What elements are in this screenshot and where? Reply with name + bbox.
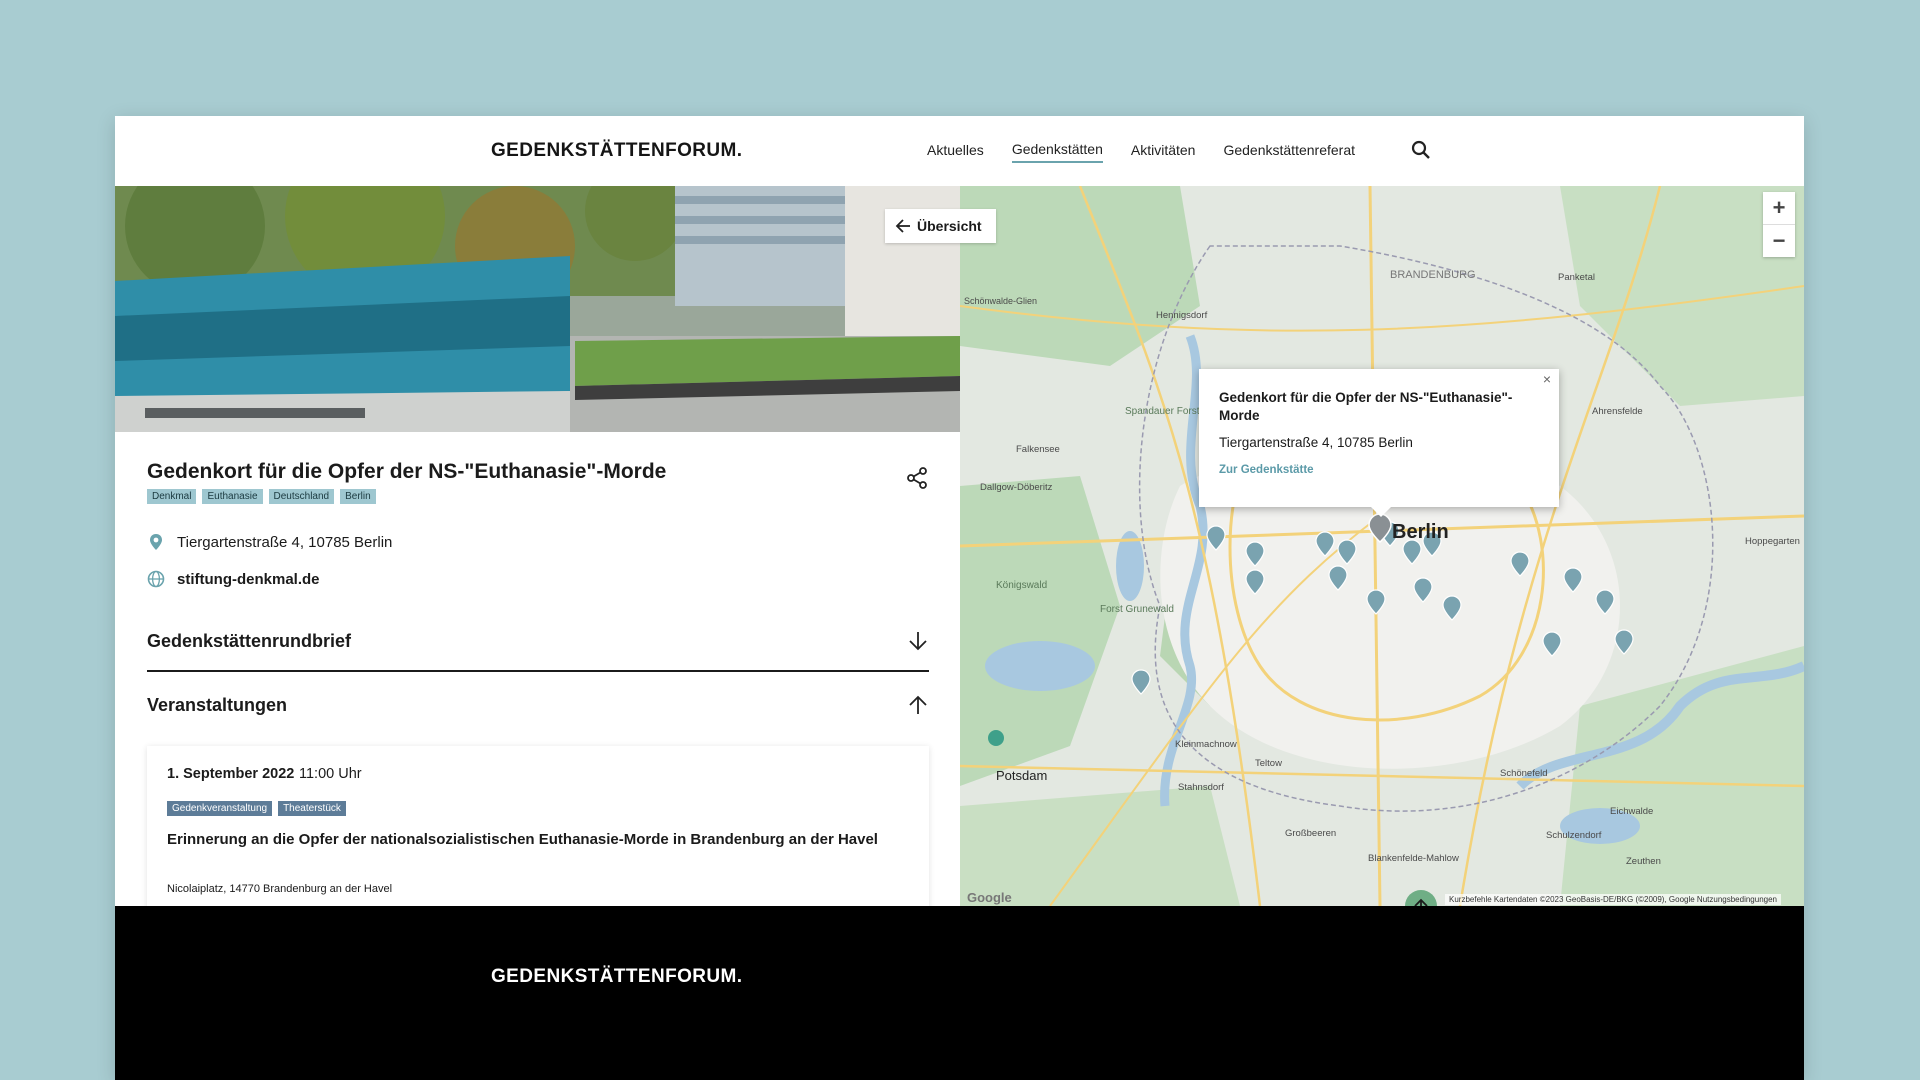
event-card[interactable]: 1. September 2022 11:00 Uhr Gedenkverans… <box>147 746 929 906</box>
map-label-spandauer-forst: Spandauer Forst <box>1125 406 1200 417</box>
globe-icon <box>147 570 165 588</box>
map-attribution[interactable]: Kurzbefehle Kartendaten ©2023 GeoBasis-D… <box>1445 894 1781 905</box>
map-label-potsdam: Potsdam <box>996 768 1047 783</box>
address-text: Tiergartenstraße 4, 10785 Berlin <box>177 533 393 551</box>
share-icon[interactable] <box>905 466 929 490</box>
map-label-koenigswald: Königswald <box>996 580 1047 591</box>
site-footer: GEDENKSTÄTTENFORUM. <box>115 906 1804 1080</box>
event-time: 11:00 Uhr <box>299 766 362 782</box>
website-link[interactable]: stiftung-denkmal.de <box>177 571 320 588</box>
map-label-berlin: Berlin <box>1392 521 1449 543</box>
event-tag[interactable]: Gedenkveranstaltung <box>167 801 273 816</box>
accordion-title: Veranstaltungen <box>147 695 288 715</box>
map-label-brandenburg: BRANDENBURG <box>1390 269 1476 281</box>
map-label-forst-grunewald: Forst Grunewald <box>1100 604 1174 615</box>
footer-logo[interactable]: GEDENKSTÄTTENFORUM. <box>491 966 742 988</box>
address-row: Tiergartenstraße 4, 10785 Berlin <box>147 533 392 551</box>
event-title[interactable]: Erinnerung an die Opfer der nationalsozi… <box>167 829 897 850</box>
site-header: GEDENKSTÄTTENFORUM. Aktuelles Gedenkstät… <box>115 116 1804 186</box>
accordion-newsletter[interactable]: Gedenkstättenrundbrief <box>147 614 929 672</box>
map-label-zeuthen: Zeuthen <box>1626 856 1661 867</box>
popup-link[interactable]: Zur Gedenkstätte <box>1219 464 1314 476</box>
nav-item-gedenkstaetten[interactable]: Gedenkstätten <box>1011 141 1103 163</box>
map-view[interactable]: Berlin Potsdam Falkensee Teltow Stahnsdo… <box>960 186 1804 906</box>
popup-address: Tiergartenstraße 4, 10785 Berlin <box>1219 435 1413 450</box>
zoom-out-button[interactable]: − <box>1763 225 1795 257</box>
detail-panel: Gedenkort für die Opfer der NS-"Euthanas… <box>115 186 960 906</box>
tag[interactable]: Euthanasie <box>202 489 263 504</box>
zoom-in-button[interactable]: + <box>1763 192 1795 225</box>
popup-title: Gedenkort für die Opfer der NS-"Euthanas… <box>1219 390 1513 423</box>
google-logo: Google <box>967 890 1012 905</box>
map-label-dallgow: Dallgow-Döberitz <box>980 482 1053 493</box>
overview-button[interactable]: Übersicht <box>885 209 996 243</box>
website-row: stiftung-denkmal.de <box>147 570 320 588</box>
map-label-eichwalde: Eichwalde <box>1610 806 1653 817</box>
map-label-hennigsdorf: Hennigsdorf <box>1156 310 1208 321</box>
map-label-teltow: Teltow <box>1255 758 1282 769</box>
accordion-events[interactable]: Veranstaltungen <box>147 678 929 734</box>
search-icon[interactable] <box>1411 140 1431 160</box>
map-label-ahrensfelde: Ahrensfelde <box>1592 406 1643 417</box>
map-label-falkensee: Falkensee <box>1016 444 1060 455</box>
tag[interactable]: Denkmal <box>147 489 197 504</box>
tag[interactable]: Berlin <box>340 489 376 504</box>
site-logo[interactable]: GEDENKSTÄTTENFORUM. <box>491 140 742 162</box>
map-label-blankenfelde: Blankenfelde-Mahlow <box>1368 853 1459 864</box>
accordion-title: Gedenkstättenrundbrief <box>147 631 352 651</box>
nav-item-aktuelles[interactable]: Aktuelles <box>927 142 984 162</box>
main-nav: Aktuelles Gedenkstätten Aktivitäten Gede… <box>927 141 1355 163</box>
map-label-schulzendorf: Schulzendorf <box>1546 830 1602 841</box>
browser-window: GEDENKSTÄTTENFORUM. Aktuelles Gedenkstät… <box>115 116 1804 1080</box>
map-label-hoppegarten: Hoppegarten <box>1745 536 1800 547</box>
close-icon[interactable]: × <box>1543 371 1551 387</box>
arrow-down-icon <box>909 632 927 651</box>
nav-item-aktivitaeten[interactable]: Aktivitäten <box>1131 142 1196 162</box>
location-pin-icon <box>150 534 162 550</box>
event-date: 1. September 2022 <box>167 766 295 782</box>
hero-image <box>115 186 960 432</box>
map-popup: × Gedenkort für die Opfer der NS-"Euthan… <box>1199 369 1559 517</box>
map-label-kleinmachnow: Kleinmachnow <box>1175 739 1237 750</box>
map-label-stahnsdorf: Stahnsdorf <box>1178 782 1224 793</box>
map-label-panketal: Panketal <box>1558 272 1595 283</box>
event-tag[interactable]: Theaterstück <box>278 801 346 816</box>
page-title: Gedenkort für die Opfer der NS-"Euthanas… <box>147 460 667 483</box>
event-location: Nicolaiplatz, 14770 Brandenburg an der H… <box>167 883 393 895</box>
arrow-up-icon <box>909 695 927 714</box>
map-label-schoenwalde-glien: Schönwalde-Glien <box>964 296 1037 306</box>
tag-list: Denkmal Euthanasie Deutschland Berlin <box>147 489 376 504</box>
zoom-controls: + − <box>1763 192 1795 257</box>
overview-label: Übersicht <box>917 218 982 234</box>
arrow-left-icon <box>895 219 910 233</box>
map-label-grossbeeren: Großbeeren <box>1285 828 1336 839</box>
event-tag-list: Gedenkveranstaltung Theaterstück <box>167 801 346 816</box>
map-label-schoenefeld: Schönefeld <box>1500 768 1548 779</box>
nav-item-gedenkstaettenreferat[interactable]: Gedenkstättenreferat <box>1223 142 1355 162</box>
tag[interactable]: Deutschland <box>268 489 335 504</box>
map-canvas[interactable]: Berlin Potsdam Falkensee Teltow Stahnsdo… <box>960 186 1804 906</box>
